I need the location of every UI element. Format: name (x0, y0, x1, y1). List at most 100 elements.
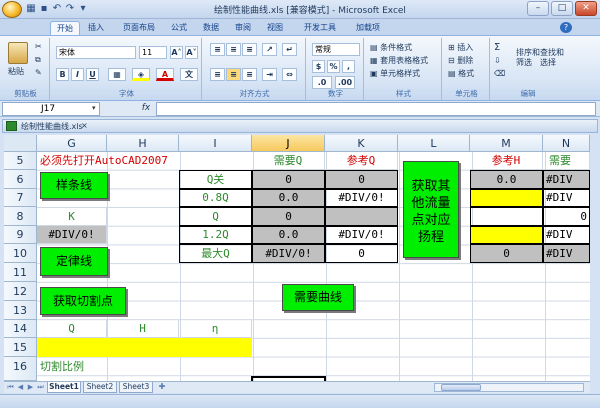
cell-k7[interactable]: #DIV/0! (325, 189, 398, 207)
cell-n7[interactable]: #DIV (543, 189, 590, 207)
cell-k9[interactable]: #DIV/0! (325, 226, 398, 244)
sort-filter-button[interactable]: 排序和 筛选 (516, 48, 540, 68)
currency-icon[interactable]: $ (312, 60, 325, 73)
tab-view[interactable]: 视图 (262, 21, 288, 35)
column-header-m[interactable]: M (470, 135, 543, 152)
get-other-flow-head-button[interactable]: 获取其他流量点对应扬程 (403, 161, 459, 258)
column-header-g[interactable]: G (37, 135, 107, 152)
row-header-16[interactable]: 16 (4, 357, 37, 381)
underline-button[interactable]: U (86, 68, 99, 81)
insert-function-button[interactable]: fx (138, 102, 154, 116)
fill-color-icon[interactable]: ◈ (132, 68, 150, 81)
align-bottom-icon[interactable]: ≡ (242, 43, 257, 56)
column-header-h[interactable]: H (107, 135, 179, 152)
cell-h14[interactable]: H (107, 320, 179, 338)
help-icon[interactable]: ? (560, 22, 572, 33)
cell-i7[interactable]: 0.8Q (179, 189, 252, 207)
indent-icon[interactable]: ⇥ (262, 68, 277, 81)
italic-button[interactable]: I (71, 68, 84, 81)
merge-center-icon[interactable]: ⇔ (282, 68, 297, 81)
required-curve-button[interactable]: 需要曲线 (282, 284, 354, 311)
cell-m6[interactable]: 0.0 (470, 170, 543, 189)
tab-addins[interactable]: 加载项 (350, 21, 386, 35)
column-header-i[interactable]: I (179, 135, 252, 152)
column-header-n[interactable]: N (543, 135, 590, 152)
cell-j5[interactable]: 需要Q (252, 152, 325, 170)
sheet-tab-1[interactable]: Sheet1 (47, 382, 81, 393)
row-header-11[interactable]: 11 (4, 263, 37, 282)
cell-i10[interactable]: 最大Q (179, 244, 252, 263)
font-color-icon[interactable]: A (156, 68, 174, 81)
percent-button[interactable]: % (327, 60, 340, 73)
grow-font-button[interactable]: A˄ (170, 46, 183, 59)
sheet-tab-2[interactable]: Sheet2 (83, 382, 117, 393)
tab-home[interactable]: 开始 (50, 21, 80, 35)
cell-g16[interactable]: 切割比例 (37, 357, 137, 376)
formula-input[interactable] (156, 102, 596, 116)
cell-i8[interactable]: Q (179, 207, 252, 226)
cell-m9[interactable] (470, 226, 543, 244)
cell-j9[interactable]: 0.0 (252, 226, 325, 244)
row-header-8[interactable]: 8 (4, 207, 37, 226)
cell-k6[interactable]: 0 (325, 170, 398, 189)
save-icon[interactable]: ▪ (38, 3, 50, 15)
tab-developer[interactable]: 开发工具 (298, 21, 342, 35)
horizontal-scrollbar[interactable] (434, 383, 584, 392)
orientation-icon[interactable]: ↗ (262, 43, 277, 56)
workbook-close-icon[interactable]: × (81, 121, 88, 130)
delete-cells-button[interactable]: ⊟ 删除 (448, 55, 473, 66)
close-button[interactable]: ✕ (575, 1, 597, 16)
cell-n6[interactable]: #DIV (543, 170, 590, 189)
comma-button[interactable]: , (342, 60, 355, 73)
office-button[interactable] (2, 1, 22, 18)
wrap-text-icon[interactable]: ↵ (282, 43, 297, 56)
name-box-dropdown-icon[interactable]: ▾ (92, 104, 96, 112)
align-middle-icon[interactable]: ≡ (226, 43, 241, 56)
cell-k5[interactable]: 参考Q (325, 152, 398, 170)
cell-j6[interactable]: 0 (252, 170, 325, 189)
tab-review[interactable]: 审阅 (230, 21, 256, 35)
number-format-select[interactable]: 常规 (312, 43, 360, 56)
cell-j10[interactable]: #DIV/0! (252, 244, 325, 263)
cell-j8[interactable]: 0 (252, 207, 325, 226)
fill-icon[interactable]: ⇩ (494, 55, 501, 66)
next-sheet-icon[interactable]: ▶ (26, 383, 35, 392)
align-right-icon[interactable]: ≡ (242, 68, 257, 81)
law-line-button[interactable]: 定律线 (40, 247, 108, 276)
cell-g14[interactable]: Q (37, 320, 107, 338)
cell-k10[interactable]: 0 (325, 244, 398, 263)
cell-g5[interactable]: 必须先打开AutoCAD2007 (37, 152, 252, 170)
bold-button[interactable]: B (56, 68, 69, 81)
row-header-9[interactable]: 9 (4, 226, 37, 244)
row-header-12[interactable]: 12 (4, 282, 37, 301)
spline-button[interactable]: 样条线 (40, 172, 108, 199)
format-cells-button[interactable]: ▤ 格式 (448, 68, 474, 79)
spreadsheet-grid[interactable]: G H I J K L M N 5 6 7 8 9 10 11 12 13 14… (4, 135, 590, 381)
cell-n5[interactable]: 需要 (543, 152, 590, 170)
cell-g9[interactable]: #DIV/0! (37, 226, 107, 244)
cell-i14[interactable]: η (179, 320, 252, 338)
column-header-l[interactable]: L (398, 135, 470, 152)
get-cut-point-button[interactable]: 获取切割点 (40, 287, 126, 315)
sheet-tab-3[interactable]: Sheet3 (119, 382, 153, 393)
shrink-font-button[interactable]: A˅ (185, 46, 198, 59)
paste-button[interactable]: 粘贴 (8, 66, 24, 77)
paste-icon[interactable] (8, 42, 28, 64)
cell-m8[interactable] (470, 207, 543, 226)
redo-icon[interactable]: ↷ (64, 3, 76, 15)
column-header-j[interactable]: J (252, 135, 325, 152)
tab-data[interactable]: 数据 (198, 21, 224, 35)
font-size-select[interactable]: 11 (139, 46, 167, 59)
name-box[interactable]: J17 (2, 102, 100, 116)
cell-i9[interactable]: 1.2Q (179, 226, 252, 244)
maximize-button[interactable]: □ (551, 1, 573, 16)
format-painter-icon[interactable]: ✎ (35, 67, 42, 78)
cell-k8[interactable] (325, 207, 398, 226)
cell-styles-button[interactable]: ▣ 单元格样式 (370, 68, 420, 79)
column-header-k[interactable]: K (325, 135, 398, 152)
workbook-tab[interactable]: 绘制性能曲线.xls × (2, 119, 598, 133)
tab-formulas[interactable]: 公式 (166, 21, 192, 35)
autosum-button[interactable]: Σ (494, 42, 500, 53)
insert-sheet-icon[interactable]: ✚ (155, 382, 169, 393)
cell-g8[interactable]: K (37, 207, 107, 226)
